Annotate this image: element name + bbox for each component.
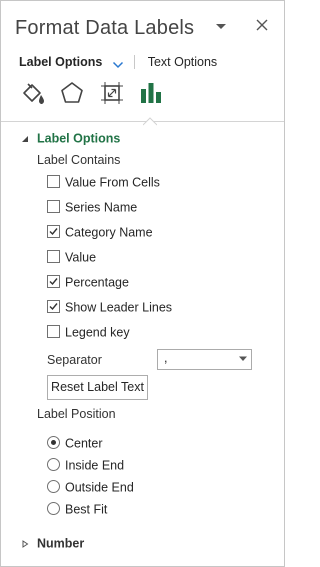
checkbox-label: Percentage xyxy=(65,275,129,290)
size-properties-icon xyxy=(101,82,123,104)
bar-chart-icon xyxy=(141,83,161,103)
chevron-down-icon xyxy=(112,61,123,68)
tab-label-options-dropdown[interactable] xyxy=(112,57,124,68)
label-options-tab[interactable] xyxy=(138,80,164,106)
label-contains-heading: Label Contains xyxy=(37,153,121,167)
label-options-section-header[interactable]: Label Options xyxy=(21,131,120,147)
radio-button[interactable] xyxy=(47,502,60,516)
collapse-triangle-icon xyxy=(22,135,28,142)
tab-text-options[interactable]: Text Options xyxy=(148,55,217,69)
active-tab-pointer xyxy=(142,113,158,127)
checkbox-legend-key[interactable]: Legend key xyxy=(47,325,130,341)
section-title: Number xyxy=(37,536,85,551)
caret-down-icon xyxy=(216,24,226,29)
separator-label: Separator xyxy=(47,353,102,367)
checkbox-percentage[interactable]: Percentage xyxy=(47,275,129,291)
radio-selected-dot xyxy=(51,440,56,446)
options-tabs: Label Options Text Options xyxy=(19,53,217,71)
checkbox-box[interactable] xyxy=(47,200,60,214)
checkbox-label: Category Name xyxy=(65,225,153,240)
radio-button[interactable] xyxy=(47,458,60,472)
checkbox-box[interactable] xyxy=(47,250,60,264)
checkbox-value-from-cells[interactable]: Value From Cells xyxy=(47,175,160,191)
checkbox-label: Legend key xyxy=(65,325,130,340)
checkbox-category-name[interactable]: Category Name xyxy=(47,225,153,241)
checkbox-box[interactable] xyxy=(47,325,60,339)
pane-options-dropdown[interactable] xyxy=(213,18,229,34)
checkbox-series-name[interactable]: Series Name xyxy=(47,200,137,216)
tab-separator xyxy=(134,54,136,69)
checkmark-icon xyxy=(49,278,58,286)
close-pane-button[interactable] xyxy=(253,16,271,34)
radio-label: Center xyxy=(65,436,103,451)
fill-line-tab[interactable] xyxy=(20,80,46,106)
checkbox-label: Value xyxy=(65,250,97,265)
radio-label: Best Fit xyxy=(65,502,108,517)
radio-label: Inside End xyxy=(65,458,125,473)
checkbox-box[interactable] xyxy=(47,275,60,289)
checkbox-label: Value From Cells xyxy=(65,175,160,190)
section-title: Label Options xyxy=(37,131,121,146)
separator-dropdown[interactable]: , xyxy=(157,349,252,370)
radio-button[interactable] xyxy=(47,480,60,494)
separator-value: , xyxy=(164,351,168,365)
format-data-labels-pane: Format Data Labels Label Options Text Op… xyxy=(0,0,285,567)
checkmark-icon xyxy=(49,303,58,311)
checkbox-value[interactable]: Value xyxy=(47,250,96,266)
radio-label: Outside End xyxy=(65,480,134,495)
checkbox-box[interactable] xyxy=(47,225,60,239)
checkbox-box[interactable] xyxy=(47,300,60,314)
tab-pointer-icon xyxy=(142,117,158,127)
radio-center[interactable]: Center xyxy=(47,436,103,452)
expand-triangle-icon xyxy=(22,539,29,548)
effects-tab[interactable] xyxy=(59,80,85,106)
checkbox-box[interactable] xyxy=(47,175,60,189)
paint-bucket-icon xyxy=(23,83,44,104)
close-icon xyxy=(256,19,268,31)
label-position-heading: Label Position xyxy=(37,407,116,421)
pentagon-icon xyxy=(61,82,83,103)
checkbox-label: Series Name xyxy=(65,200,138,215)
reset-label-text-button[interactable]: Reset Label Text xyxy=(47,375,148,400)
caret-down-icon xyxy=(239,356,247,361)
radio-outside-end[interactable]: Outside End xyxy=(47,480,134,496)
size-properties-tab[interactable] xyxy=(99,80,125,106)
pane-title: Format Data Labels xyxy=(15,17,195,39)
checkbox-label: Show Leader Lines xyxy=(65,300,173,315)
tab-label-options[interactable]: Label Options xyxy=(19,55,102,69)
number-section-header[interactable]: Number xyxy=(21,536,84,552)
radio-best-fit[interactable]: Best Fit xyxy=(47,502,107,518)
checkmark-icon xyxy=(49,228,58,236)
radio-inside-end[interactable]: Inside End xyxy=(47,458,124,474)
checkbox-show-leader-lines[interactable]: Show Leader Lines xyxy=(47,300,172,316)
radio-button[interactable] xyxy=(47,436,60,450)
